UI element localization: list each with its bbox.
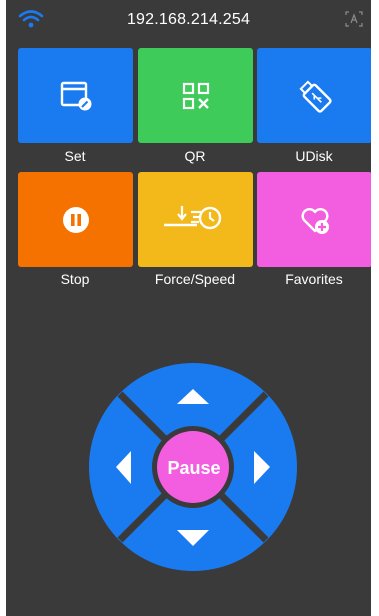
qr-tile[interactable] xyxy=(138,48,253,143)
set-label: Set xyxy=(64,148,86,164)
qr-label: QR xyxy=(184,148,206,164)
screenshot-icon[interactable] xyxy=(345,11,363,27)
pause-button[interactable]: Pause xyxy=(156,441,232,495)
status-bar: 192.168.214.254 xyxy=(6,0,371,42)
ip-address: 192.168.214.254 xyxy=(126,11,251,28)
app-screen: 192.168.214.254 Set QR UDisk Stop Force/… xyxy=(6,0,371,616)
heart-plus-icon xyxy=(301,207,329,234)
usb-drive-icon xyxy=(298,79,332,113)
pause-circle-icon xyxy=(62,206,89,233)
force-speed-tile[interactable] xyxy=(138,172,253,267)
force-speed-icon xyxy=(163,205,221,229)
favorites-label: Favorites xyxy=(285,271,343,287)
favorites-tile[interactable] xyxy=(257,172,371,267)
force-speed-label: Force/Speed xyxy=(154,271,236,287)
stop-label: Stop xyxy=(60,271,90,287)
set-tile[interactable] xyxy=(18,48,133,143)
qr-code-icon xyxy=(182,82,209,109)
udisk-label: UDisk xyxy=(295,148,333,164)
udisk-tile[interactable] xyxy=(257,48,371,143)
stop-tile[interactable] xyxy=(18,172,133,267)
settings-window-icon xyxy=(60,81,91,110)
